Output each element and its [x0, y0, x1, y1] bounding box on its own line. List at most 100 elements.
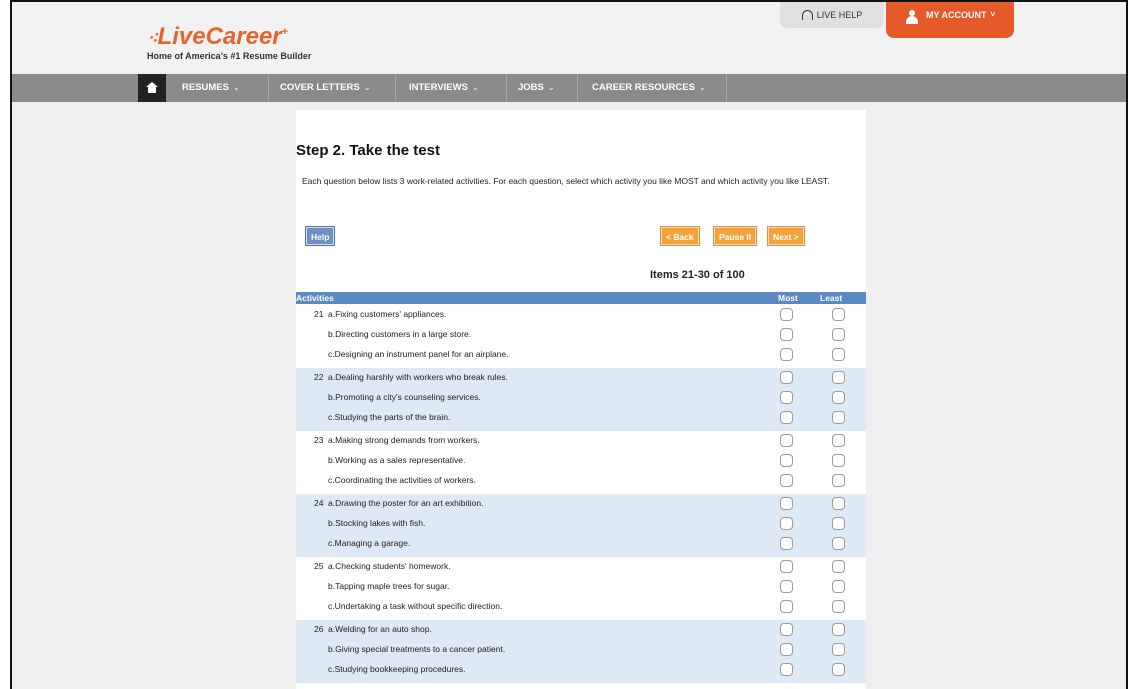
nav-item-career-resources[interactable]: CAREER RESOURCES ⌄ [582, 74, 716, 102]
most-radio[interactable] [780, 348, 793, 361]
least-radio[interactable] [832, 560, 845, 573]
option-text: a.Making strong demands from workers. [328, 435, 480, 445]
nav-item-interviews[interactable]: INTERVIEWS ⌄ [399, 74, 489, 102]
home-icon[interactable] [138, 74, 166, 102]
question-option-row: 21 a.Fixing customers' appliances. [296, 306, 866, 326]
browser-frame: ⁖LiveCareer+ Home of America's #1 Resume… [10, 0, 1128, 689]
question-group: 21 a.Fixing customers' appliances. b.Direc… [296, 305, 866, 368]
option-text: b.Stocking lakes with fish. [328, 518, 426, 528]
column-header-least: Least [820, 293, 843, 303]
least-radio[interactable] [832, 434, 845, 447]
question-option-row: c.Designing an instrument panel for an a… [296, 346, 866, 366]
question-option-row: c.Studying bookkeeping procedures. [296, 661, 866, 681]
least-radio[interactable] [832, 643, 845, 656]
question-option-row: 25 a.Checking students' homework. [296, 558, 866, 578]
least-radio[interactable] [832, 517, 845, 530]
most-radio[interactable] [780, 328, 793, 341]
logo-wordmark: ⁖LiveCareer+ [147, 20, 311, 50]
question-number: 22 [314, 372, 324, 382]
question-option-row: 24 a.Drawing the poster for an art exhibi… [296, 495, 866, 515]
question-option-row: c.Undertaking a task without specific di… [296, 598, 866, 618]
least-radio[interactable] [832, 391, 845, 404]
question-number: 26 [314, 624, 324, 634]
question-option-row: b.Stocking lakes with fish. [296, 515, 866, 535]
back-button[interactable]: < Back [660, 226, 700, 246]
question-option-row: b.Working as a sales representative. [296, 452, 866, 472]
nav-label: JOBS [518, 82, 544, 93]
logo-tagline: Home of America's #1 Resume Builder [147, 51, 312, 61]
option-text: c.Designing an instrument panel for an a… [328, 349, 509, 359]
least-radio[interactable] [832, 623, 845, 636]
nav-item-resumes[interactable]: RESUMES ⌄ [172, 74, 250, 102]
most-radio[interactable] [780, 560, 793, 573]
next-button[interactable]: Next > [767, 226, 805, 246]
question-option-row: c.Studying the parts of the brain. [296, 409, 866, 429]
my-account-button[interactable]: MY ACCOUNT ˅ [886, 2, 1014, 38]
most-radio[interactable] [780, 580, 793, 593]
most-radio[interactable] [780, 600, 793, 613]
nav-label: RESUMES [182, 82, 229, 93]
least-radio[interactable] [832, 328, 845, 341]
option-text: c.Studying the parts of the brain. [328, 412, 451, 422]
most-radio[interactable] [780, 517, 793, 530]
question-option-row: b.Promoting a city's counseling services… [296, 389, 866, 409]
least-radio[interactable] [832, 348, 845, 361]
most-radio[interactable] [780, 308, 793, 321]
livecareer-logo[interactable]: ⁖LiveCareer+ Home of America's #1 Resume… [147, 20, 312, 62]
most-radio[interactable] [780, 434, 793, 447]
least-radio[interactable] [832, 537, 845, 550]
question-option-row: b.Giving special treatments to a cancer … [296, 641, 866, 661]
option-text: c.Coordinating the activities of workers… [328, 475, 476, 485]
most-radio[interactable] [780, 371, 793, 384]
headphones-icon [801, 10, 813, 20]
question-number: 23 [314, 435, 324, 445]
least-radio[interactable] [832, 600, 845, 613]
option-text: a.Welding for an auto shop. [328, 624, 432, 634]
most-radio[interactable] [780, 643, 793, 656]
option-text: c.Managing a garage. [328, 538, 411, 548]
least-radio[interactable] [832, 308, 845, 321]
logo-dots-icon: ⁖ [147, 28, 158, 48]
option-text: a.Checking students' homework. [328, 561, 451, 571]
most-radio[interactable] [780, 537, 793, 550]
chevron-down-icon: ⌄ [698, 83, 706, 92]
most-radio[interactable] [780, 497, 793, 510]
help-button[interactable]: Help [304, 226, 336, 246]
question-option-row: b.Directing customers in a large store. [296, 326, 866, 346]
least-radio[interactable] [832, 580, 845, 593]
column-header-activities: Activities [296, 293, 334, 303]
option-text: b.Giving special treatments to a cancer … [328, 644, 506, 654]
least-radio[interactable] [832, 497, 845, 510]
chevron-down-icon: ⌄ [363, 83, 371, 92]
most-radio[interactable] [780, 411, 793, 424]
question-option-row: 26 a.Welding for an auto shop. [296, 621, 866, 641]
live-help-button[interactable]: LIVE HELP [780, 2, 884, 28]
pause-button[interactable]: Pause II [712, 226, 758, 246]
option-text: b.Promoting a city's counseling services… [328, 392, 481, 402]
question-group: 26 a.Welding for an auto shop. b.Giving sp… [296, 620, 866, 683]
least-radio[interactable] [832, 411, 845, 424]
option-text: b.Tapping maple trees for sugar. [328, 581, 450, 591]
most-radio[interactable] [780, 454, 793, 467]
option-text: a.Drawing the poster for an art exhibiti… [328, 498, 484, 508]
live-help-label: LIVE HELP [816, 10, 863, 20]
option-text: c.Undertaking a task without specific di… [328, 601, 503, 611]
most-radio[interactable] [780, 663, 793, 676]
most-radio[interactable] [780, 474, 793, 487]
question-option-row: c.Managing a garage. [296, 535, 866, 555]
least-radio[interactable] [832, 474, 845, 487]
table-header: Activities Most Least [296, 292, 866, 304]
question-number: 21 [314, 309, 324, 319]
most-radio[interactable] [780, 623, 793, 636]
question-number: 25 [314, 561, 324, 571]
least-radio[interactable] [832, 663, 845, 676]
logo-plus-icon: + [281, 26, 289, 38]
chevron-down-icon: ⌄ [547, 83, 555, 92]
nav-item-jobs[interactable]: JOBS ⌄ [508, 74, 565, 102]
most-radio[interactable] [780, 391, 793, 404]
question-group: 23 a.Making strong demands from workers. b… [296, 431, 866, 494]
least-radio[interactable] [832, 454, 845, 467]
least-radio[interactable] [832, 371, 845, 384]
page-title: Step 2. Take the test [296, 142, 440, 159]
nav-item-cover-letters[interactable]: COVER LETTERS ⌄ [270, 74, 380, 102]
